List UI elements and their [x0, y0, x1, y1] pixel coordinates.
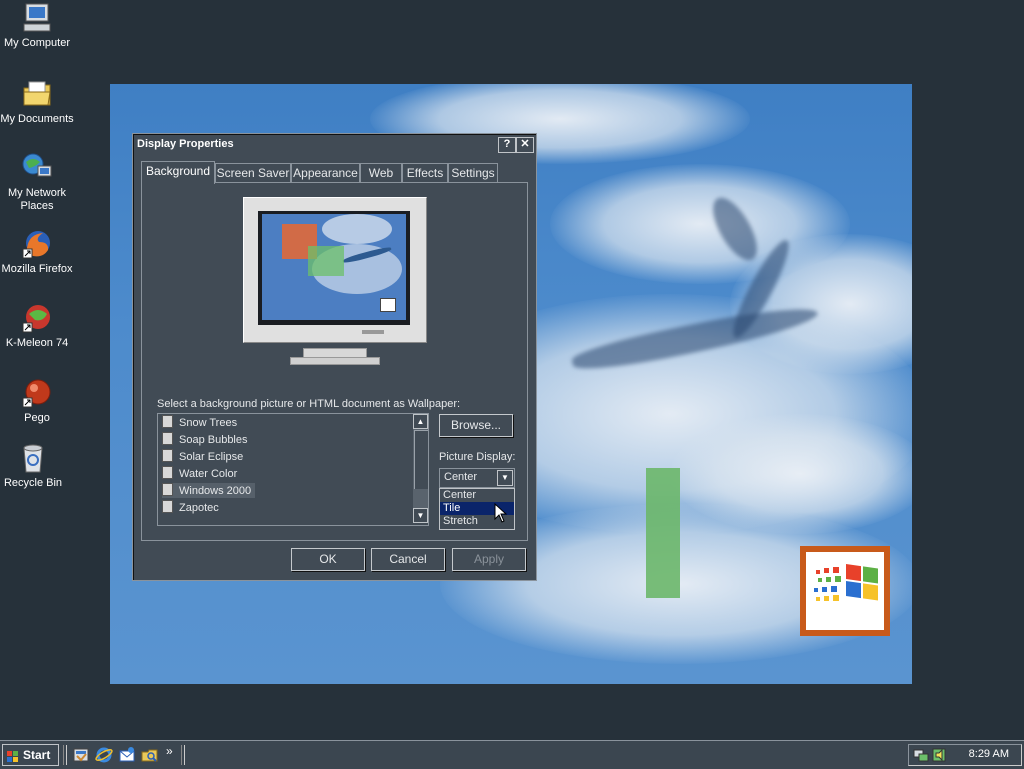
scroll-up-icon[interactable]: ▲: [413, 414, 428, 429]
html-file-icon: [162, 432, 173, 445]
taskbar-divider: [181, 745, 185, 765]
mouse-cursor-icon: [494, 502, 508, 523]
desktop-icon-k-meleon[interactable]: K-Meleon 74: [0, 302, 74, 350]
tab-background[interactable]: Background: [141, 161, 215, 184]
display-properties-dialog: Display Properties ? ✕ Background Screen…: [132, 133, 537, 581]
taskbar: Start » 8:29 AM: [0, 740, 1024, 769]
list-item[interactable]: Soap Bubbles: [162, 432, 252, 447]
tab-effects[interactable]: Effects: [402, 163, 448, 182]
list-item-selected[interactable]: Windows 2000: [162, 483, 256, 498]
list-item[interactable]: Water Color: [162, 466, 241, 481]
tab-appearance[interactable]: Appearance: [291, 163, 360, 182]
desktop-icon-my-network-places[interactable]: My Network Places: [0, 152, 74, 213]
firefox-icon: [21, 228, 53, 260]
system-tray: 8:29 AM: [908, 744, 1022, 766]
scroll-thumb[interactable]: [414, 430, 428, 489]
image-file-icon: [162, 415, 173, 428]
recycle-bin-icon: [17, 442, 49, 474]
wallpaper-green-strip: [646, 468, 680, 598]
image-file-icon: [162, 483, 173, 496]
ie-icon[interactable]: [95, 746, 113, 764]
image-file-icon: [162, 449, 173, 462]
desktop-icon-label: K-Meleon 74: [5, 337, 69, 349]
windows-flag-icon: [7, 749, 19, 762]
list-item[interactable]: Zapotec: [162, 500, 223, 515]
html-file-icon: [162, 500, 173, 513]
help-button[interactable]: ?: [498, 137, 516, 153]
ok-button[interactable]: OK: [291, 548, 365, 571]
taskbar-divider: [63, 745, 67, 765]
desktop-icon-pego[interactable]: Pego: [0, 377, 74, 425]
browse-button[interactable]: Browse...: [439, 414, 513, 437]
pego-icon: [21, 377, 53, 409]
windows-logo: [800, 546, 890, 636]
picture-display-select[interactable]: Center ▼: [439, 468, 515, 488]
start-button[interactable]: Start: [2, 744, 59, 766]
dialog-title: Display Properties: [137, 138, 234, 150]
tab-screen-saver[interactable]: Screen Saver: [215, 163, 291, 182]
network-icon: [21, 152, 53, 184]
monitor-preview: [243, 197, 427, 343]
desktop-icon-my-computer[interactable]: My Computer: [0, 2, 74, 50]
outlook-icon[interactable]: [118, 746, 136, 764]
tab-web[interactable]: Web: [360, 163, 402, 182]
picture-display-label: Picture Display:: [439, 451, 516, 463]
wallpaper-preview: [262, 214, 406, 320]
scroll-down-icon[interactable]: ▼: [413, 508, 428, 523]
desktop-icon-label: Pego: [24, 412, 50, 424]
close-button[interactable]: ✕: [516, 137, 534, 153]
chevron-down-icon[interactable]: ▼: [497, 470, 513, 486]
apply-button[interactable]: Apply: [452, 548, 526, 571]
folder-icon: [21, 78, 53, 110]
desktop-icon-label: My Computer: [3, 37, 71, 49]
desktop-icon-label: My Network Places: [7, 187, 67, 212]
tab-settings[interactable]: Settings: [448, 163, 498, 182]
volume-tray-icon[interactable]: [931, 747, 947, 763]
show-desktop-icon[interactable]: [72, 746, 90, 764]
clock[interactable]: 8:29 AM: [969, 748, 1009, 760]
quicklaunch-chevron[interactable]: »: [166, 744, 173, 758]
background-tab-panel: Select a background picture or HTML docu…: [141, 182, 528, 541]
desktop-icon-label: My Documents: [0, 113, 74, 125]
dropdown-option-center[interactable]: Center: [440, 489, 514, 502]
wallpaper-list-label: Select a background picture or HTML docu…: [157, 398, 461, 410]
computer-icon: [21, 2, 53, 34]
list-item[interactable]: Solar Eclipse: [162, 449, 247, 464]
desktop-icon-my-documents[interactable]: My Documents: [0, 78, 74, 126]
title-bar[interactable]: Display Properties ? ✕: [135, 136, 534, 154]
wallpaper-list[interactable]: Snow Trees Soap Bubbles Solar Eclipse Wa…: [157, 413, 429, 526]
desktop-icon-mozilla-firefox[interactable]: Mozilla Firefox: [0, 228, 74, 276]
cancel-button[interactable]: Cancel: [371, 548, 445, 571]
explorer-icon[interactable]: [141, 746, 159, 764]
desktop-icon-label: Mozilla Firefox: [1, 263, 73, 275]
desktop-icon-recycle-bin[interactable]: Recycle Bin: [0, 442, 70, 490]
desktop-icon-label: Recycle Bin: [3, 477, 63, 489]
network-tray-icon[interactable]: [913, 747, 929, 763]
image-file-icon: [162, 466, 173, 479]
list-item[interactable]: Snow Trees: [162, 415, 241, 430]
wallpaper-list-scrollbar[interactable]: ▲ ▼: [413, 414, 428, 523]
kmeleon-icon: [21, 302, 53, 334]
